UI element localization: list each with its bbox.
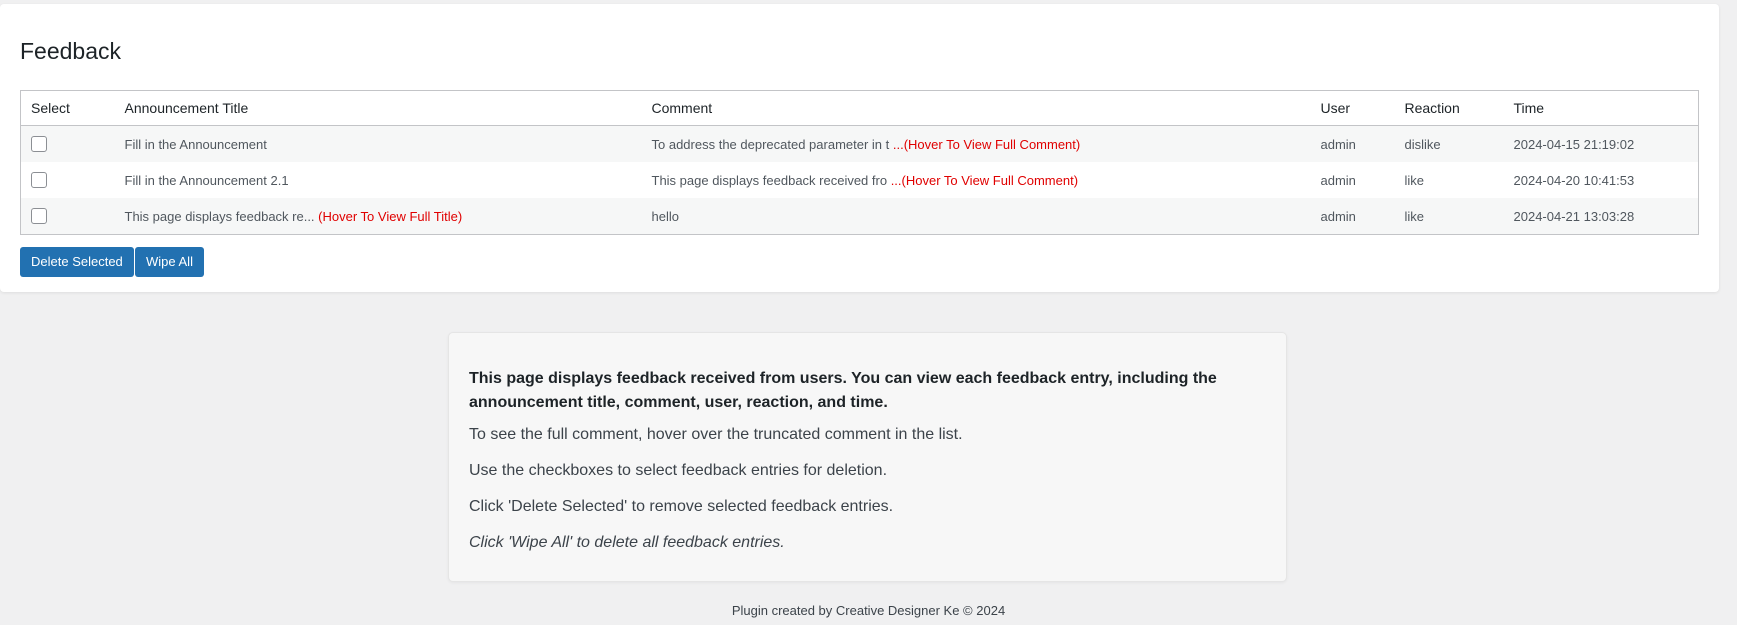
- col-time: Time: [1503, 90, 1699, 126]
- help-line: Click 'Wipe All' to delete all feedback …: [469, 534, 785, 551]
- time: 2024-04-21 13:03:28: [1513, 208, 1635, 224]
- table-row: Fill in the Announcement To address the …: [20, 125, 1699, 163]
- hover-hint: ...(Hover To View Full Comment): [889, 136, 1081, 152]
- table-row: This page displays feedback re... (Hover…: [20, 198, 1699, 235]
- hover-hint: ...(Hover To View Full Comment): [887, 172, 1079, 188]
- col-user: User: [1310, 90, 1395, 126]
- page-title: Feedback: [20, 38, 122, 64]
- table-header-row: Select Announcement Title Comment User R…: [20, 90, 1699, 126]
- help-line: Click 'Delete Selected' to remove select…: [469, 498, 894, 515]
- row-checkbox[interactable]: [31, 208, 47, 225]
- comment[interactable]: hello: [642, 198, 1311, 235]
- user: admin: [1320, 172, 1356, 188]
- comment[interactable]: This page displays feedback received fro…: [642, 162, 1311, 198]
- announcement-title[interactable]: This page displays feedback re... (Hover…: [115, 198, 642, 235]
- col-announcement-title: Announcement Title: [114, 90, 642, 126]
- user: admin: [1320, 136, 1356, 152]
- announcement-title[interactable]: Fill in the Announcement 2.1: [115, 162, 642, 198]
- col-comment: Comment: [641, 90, 1311, 126]
- col-select: Select: [20, 90, 115, 126]
- wipe-all-button[interactable]: Wipe All: [135, 247, 204, 277]
- plugin-footer: Plugin created by Creative Designer Ke ©…: [731, 603, 1006, 618]
- help-panel: This page displays feedback received fro…: [448, 332, 1287, 582]
- reaction: dislike: [1404, 136, 1441, 152]
- help-line: To see the full comment, hover over the …: [469, 426, 963, 443]
- time: 2024-04-15 21:19:02: [1513, 136, 1635, 152]
- user: admin: [1320, 208, 1356, 224]
- row-checkbox[interactable]: [31, 172, 47, 189]
- reaction: like: [1404, 208, 1425, 224]
- comment[interactable]: To address the deprecated parameter in t…: [642, 126, 1311, 163]
- hover-hint: (Hover To View Full Title): [314, 208, 463, 224]
- announcement-title[interactable]: Fill in the Announcement: [115, 126, 642, 163]
- col-reaction: Reaction: [1394, 90, 1504, 126]
- help-line: Use the checkboxes to select feedback en…: [469, 462, 888, 479]
- reaction: like: [1404, 172, 1425, 188]
- feedback-table: Select Announcement Title Comment User R…: [20, 90, 1699, 235]
- table-row: Fill in the Announcement 2.1 This page d…: [21, 162, 1699, 198]
- delete-selected-button[interactable]: Delete Selected: [20, 247, 134, 277]
- row-checkbox[interactable]: [31, 136, 47, 153]
- feedback-card: Feedback Select Announcement Title Comme…: [0, 4, 1719, 292]
- time: 2024-04-20 10:41:53: [1513, 172, 1635, 188]
- help-lead: This page displays feedback received fro…: [469, 370, 1217, 411]
